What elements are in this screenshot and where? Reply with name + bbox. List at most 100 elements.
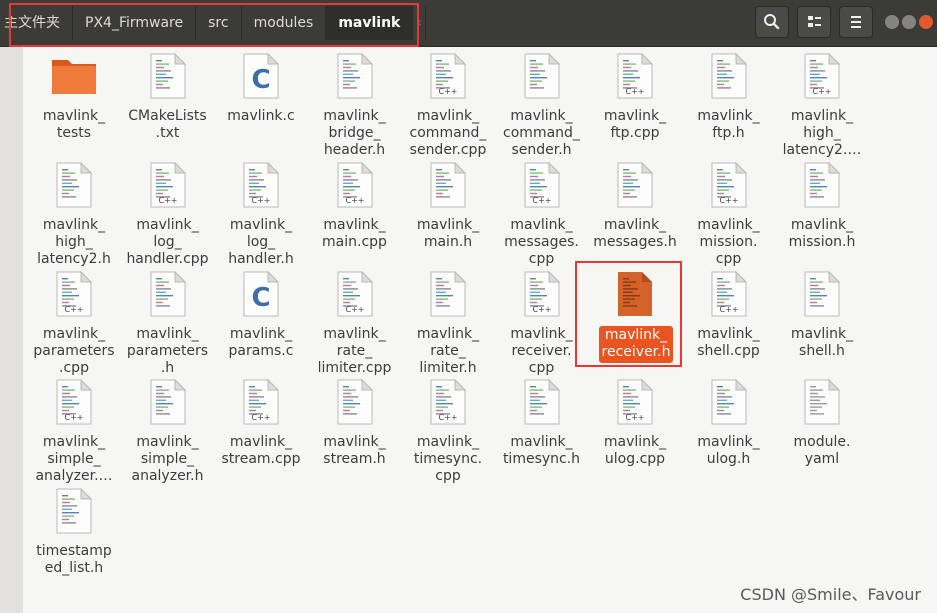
watermark: CSDN @Smile、Favour	[740, 585, 921, 604]
svg-text:C++: C++	[439, 413, 458, 422]
file-name: mavlink_ high_ latency2.h	[37, 217, 111, 267]
header-file-icon	[710, 52, 748, 100]
hamburger-menu-icon	[851, 16, 861, 28]
svg-text:C: C	[251, 283, 270, 313]
svg-text:C++: C++	[626, 87, 645, 96]
svg-text:C++: C++	[252, 413, 271, 422]
header-file-icon	[149, 52, 187, 100]
file-name: mavlink_ messages. cpp	[504, 217, 579, 267]
file-name: mavlink_ mission.h	[788, 217, 856, 250]
file-name: mavlink_ shell.h	[790, 326, 854, 359]
file-name: mavlink.c	[227, 108, 295, 124]
file-name: mavlink_ simple_ analyzer.…	[35, 434, 113, 484]
cpp-source-icon: C++	[55, 270, 93, 318]
cpp-source-icon: C++	[429, 378, 467, 426]
cpp-source-icon: C++	[336, 270, 374, 318]
cpp-source-icon: C++	[55, 378, 93, 426]
svg-text:C: C	[251, 65, 270, 95]
maximize-button[interactable]	[901, 14, 917, 30]
file-name: mavlink_ stream.cpp	[221, 434, 301, 467]
file-name: module. yaml	[793, 434, 851, 467]
svg-text:C++: C++	[252, 196, 271, 205]
file-name: mavlink_ high_ latency2.…	[782, 108, 862, 158]
cpp-source-icon: C++	[242, 161, 280, 209]
header-file-icon	[523, 378, 561, 426]
menu-button[interactable]	[839, 6, 873, 38]
cpp-source-icon: C++	[710, 270, 748, 318]
svg-text:C++: C++	[158, 196, 177, 205]
file-name: mavlink_ simple_ analyzer.h	[131, 434, 204, 484]
file-name: mavlink_ timesync. cpp	[413, 434, 483, 484]
cpp-source-icon: C++	[149, 161, 187, 209]
header-file-icon	[803, 270, 841, 318]
cpp-source-icon: C++	[242, 378, 280, 426]
cpp-source-icon: C++	[803, 52, 841, 100]
file-name: CMakeLists .txt	[128, 108, 207, 141]
cpp-source-icon: C++	[429, 52, 467, 100]
header-file-icon	[523, 52, 561, 100]
c-source-icon: C	[242, 52, 280, 100]
text-file-icon	[803, 378, 841, 426]
svg-text:C++: C++	[345, 196, 364, 205]
file-name: mavlink_ timesync.h	[502, 434, 581, 467]
svg-text:C++: C++	[532, 305, 551, 314]
file-name: mavlink_ parameters .h	[126, 326, 209, 376]
cpp-source-icon: C++	[616, 52, 654, 100]
header-file-icon	[55, 161, 93, 209]
cpp-source-icon: C++	[523, 270, 561, 318]
cpp-source-icon: C++	[710, 161, 748, 209]
svg-text:C++: C++	[65, 305, 84, 314]
svg-text:C++: C++	[439, 87, 458, 96]
cpp-source-icon: C++	[616, 378, 654, 426]
file-name: mavlink_ log_ handler.cpp	[126, 217, 209, 267]
svg-text:C++: C++	[345, 305, 364, 314]
header-file-icon	[429, 270, 467, 318]
breadcrumb-highlight-box	[9, 3, 419, 47]
sidebar-edge	[0, 47, 23, 613]
svg-text:C++: C++	[719, 196, 738, 205]
file-name: mavlink_ ulog.cpp	[603, 434, 667, 467]
svg-text:C++: C++	[65, 413, 84, 422]
file-name: mavlink_ mission. cpp	[697, 217, 760, 267]
grid-view-icon	[808, 16, 821, 27]
file-name: mavlink_ ftp.cpp	[603, 108, 667, 141]
header-file-icon	[336, 378, 374, 426]
cpp-source-icon: C++	[523, 161, 561, 209]
file-name: mavlink_ bridge_ header.h	[323, 108, 386, 158]
header-file-icon	[803, 161, 841, 209]
file-name: mavlink_ main.cpp	[322, 217, 387, 250]
file-name: mavlink_ log_ handler.h	[228, 217, 294, 267]
file-name: mavlink_ command_ sender.h	[503, 108, 580, 158]
file-name: mavlink_ parameters .cpp	[33, 326, 115, 376]
file-name: mavlink_ rate_ limiter.h	[416, 326, 480, 376]
view-toggle-button[interactable]	[797, 6, 831, 38]
file-name: mavlink_ ulog.h	[697, 434, 760, 467]
file-name: mavlink_ messages.h	[593, 217, 677, 250]
header-file-icon	[55, 487, 93, 535]
header-file-icon	[336, 52, 374, 100]
file-name: mavlink_ stream.h	[323, 434, 386, 467]
file-name: mavlink_ command_ sender.cpp	[409, 108, 487, 158]
svg-text:C++: C++	[532, 196, 551, 205]
file-name: mavlink_ ftp.h	[697, 108, 760, 141]
search-icon	[764, 14, 780, 30]
header-file-icon	[616, 161, 654, 209]
file-name: mavlink_ rate_ limiter.cpp	[317, 326, 392, 376]
search-button[interactable]	[755, 6, 789, 38]
file-name: mavlink_ tests	[42, 108, 106, 141]
close-button[interactable]	[918, 14, 934, 30]
minimize-button[interactable]	[884, 14, 900, 30]
header-file-icon	[429, 161, 467, 209]
folder-icon	[52, 52, 96, 100]
svg-text:C++: C++	[719, 305, 738, 314]
file-name: mavlink_ main.h	[416, 217, 480, 250]
file-name: timestamp ed_list.h	[36, 543, 112, 576]
file-name: mavlink_ params.c	[228, 326, 294, 359]
svg-text:C++: C++	[626, 413, 645, 422]
file-name: mavlink_ receiver. cpp	[510, 326, 573, 376]
header-file-icon	[149, 378, 187, 426]
c-source-icon: C	[242, 270, 280, 318]
file-name: mavlink_ shell.cpp	[697, 326, 760, 359]
selection-highlight-box	[575, 261, 682, 367]
header-file-icon	[710, 378, 748, 426]
